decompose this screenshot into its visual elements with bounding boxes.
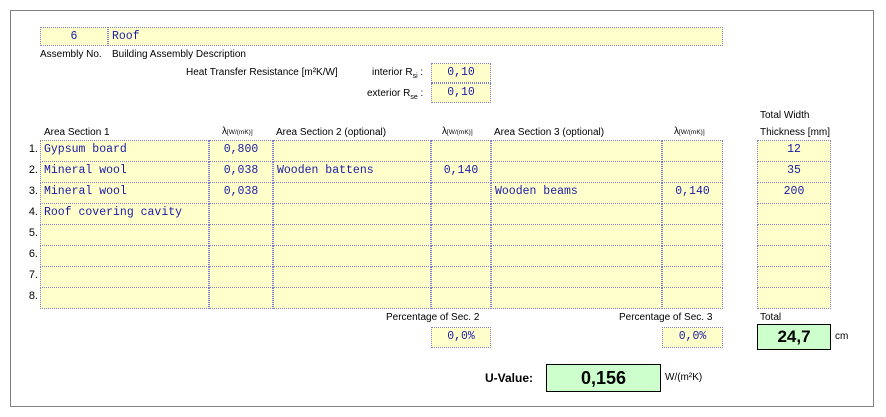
lambda-1-cell[interactable] xyxy=(209,287,273,309)
total-label: Total xyxy=(760,312,782,323)
total-width-header: Total Width xyxy=(760,110,810,121)
material-1-cell[interactable] xyxy=(40,287,209,309)
area-section-3-header: Area Section 3 (optional) xyxy=(494,127,605,138)
row-number: 7. xyxy=(28,269,38,281)
material-1-cell[interactable]: Gypsum board xyxy=(40,140,209,162)
material-3-cell[interactable] xyxy=(491,287,662,309)
row-number: 2. xyxy=(28,164,38,176)
row-number: 5. xyxy=(28,227,38,239)
material-1-cell[interactable]: Mineral wool xyxy=(40,161,209,183)
row-number: 6. xyxy=(28,248,38,260)
total-unit: cm xyxy=(835,331,849,342)
assembly-description-field[interactable]: Roof xyxy=(108,27,723,46)
thickness-cell[interactable] xyxy=(757,224,831,246)
material-3-cell[interactable] xyxy=(491,203,662,225)
lambda-1-cell[interactable]: 0,038 xyxy=(209,161,273,183)
thickness-cell[interactable] xyxy=(757,266,831,288)
assembly-description-label: Building Assembly Description xyxy=(112,49,246,60)
lambda-2-cell[interactable] xyxy=(431,140,491,162)
material-2-cell[interactable] xyxy=(273,224,431,246)
row-number: 8. xyxy=(28,290,38,302)
thickness-header: Thickness [mm] xyxy=(760,127,831,138)
material-3-cell[interactable] xyxy=(491,161,662,183)
material-2-cell[interactable] xyxy=(273,245,431,267)
lambda-header-2: λ[W/(mK)] xyxy=(442,126,473,137)
lambda-3-cell[interactable] xyxy=(662,266,723,288)
lambda-3-cell[interactable] xyxy=(662,161,723,183)
lambda-2-cell[interactable] xyxy=(431,245,491,267)
heat-transfer-label: Heat Transfer Resistance [m²K/W] xyxy=(186,67,338,78)
total-thickness-value: 24,7 xyxy=(757,324,831,350)
u-value-unit: W/(m²K) xyxy=(665,372,703,383)
interior-rsi-field[interactable]: 0,10 xyxy=(431,63,491,83)
thickness-cell[interactable]: 12 xyxy=(757,140,831,162)
material-3-cell[interactable]: Wooden beams xyxy=(491,182,662,204)
material-1-cell[interactable] xyxy=(40,266,209,288)
lambda-2-cell[interactable]: 0,140 xyxy=(431,161,491,183)
assembly-number-field[interactable]: 6 xyxy=(40,27,108,46)
material-2-cell[interactable] xyxy=(273,287,431,309)
lambda-2-cell[interactable] xyxy=(431,182,491,204)
material-3-cell[interactable] xyxy=(491,224,662,246)
lambda-3-cell[interactable] xyxy=(662,224,723,246)
material-2-cell[interactable] xyxy=(273,266,431,288)
material-2-cell[interactable] xyxy=(273,182,431,204)
lambda-1-cell[interactable] xyxy=(209,203,273,225)
percentage-sec3-field: 0,0% xyxy=(662,327,723,348)
material-1-cell[interactable]: Roof covering cavity xyxy=(40,203,209,225)
lambda-header-3: λ[W/(mK)] xyxy=(674,126,705,137)
material-3-cell[interactable] xyxy=(491,245,662,267)
lambda-3-cell[interactable]: 0,140 xyxy=(662,182,723,204)
thickness-cell[interactable] xyxy=(757,287,831,309)
lambda-3-cell[interactable] xyxy=(662,287,723,309)
exterior-rse-field[interactable]: 0,10 xyxy=(431,83,491,103)
lambda-1-cell[interactable]: 0,800 xyxy=(209,140,273,162)
assembly-number-label: Assembly No. xyxy=(40,49,102,60)
lambda-1-cell[interactable]: 0,038 xyxy=(209,182,273,204)
material-2-cell[interactable] xyxy=(273,140,431,162)
lambda-3-cell[interactable] xyxy=(662,245,723,267)
material-2-cell[interactable] xyxy=(273,203,431,225)
lambda-1-cell[interactable] xyxy=(209,224,273,246)
thickness-cell[interactable]: 200 xyxy=(757,182,831,204)
exterior-rse-label: exterior Rse : xyxy=(367,88,424,101)
row-number: 4. xyxy=(28,206,38,218)
u-value-result: 0,156 xyxy=(546,364,661,392)
lambda-1-cell[interactable] xyxy=(209,266,273,288)
lambda-2-cell[interactable] xyxy=(431,224,491,246)
lambda-3-cell[interactable] xyxy=(662,203,723,225)
thickness-cell[interactable]: 35 xyxy=(757,161,831,183)
material-3-cell[interactable] xyxy=(491,266,662,288)
lambda-header-1: λ[W/(mK)] xyxy=(222,126,253,137)
area-section-2-header: Area Section 2 (optional) xyxy=(276,127,387,138)
material-1-cell[interactable] xyxy=(40,245,209,267)
percentage-sec3-label: Percentage of Sec. 3 xyxy=(619,312,713,323)
material-1-cell[interactable] xyxy=(40,224,209,246)
lambda-2-cell[interactable] xyxy=(431,287,491,309)
lambda-2-cell[interactable] xyxy=(431,266,491,288)
material-1-cell[interactable]: Mineral wool xyxy=(40,182,209,204)
material-2-cell[interactable]: Wooden battens xyxy=(273,161,431,183)
row-number: 1. xyxy=(28,143,38,155)
row-number: 3. xyxy=(28,185,38,197)
interior-rsi-label: interior Rsi : xyxy=(372,67,424,80)
thickness-cell[interactable] xyxy=(757,245,831,267)
u-value-label: U-Value: xyxy=(485,371,534,385)
lambda-3-cell[interactable] xyxy=(662,140,723,162)
percentage-sec2-label: Percentage of Sec. 2 xyxy=(386,312,480,323)
thickness-cell[interactable] xyxy=(757,203,831,225)
material-3-cell[interactable] xyxy=(491,140,662,162)
lambda-2-cell[interactable] xyxy=(431,203,491,225)
lambda-1-cell[interactable] xyxy=(209,245,273,267)
percentage-sec2-field: 0,0% xyxy=(431,327,491,348)
area-section-1-header: Area Section 1 xyxy=(44,127,110,138)
